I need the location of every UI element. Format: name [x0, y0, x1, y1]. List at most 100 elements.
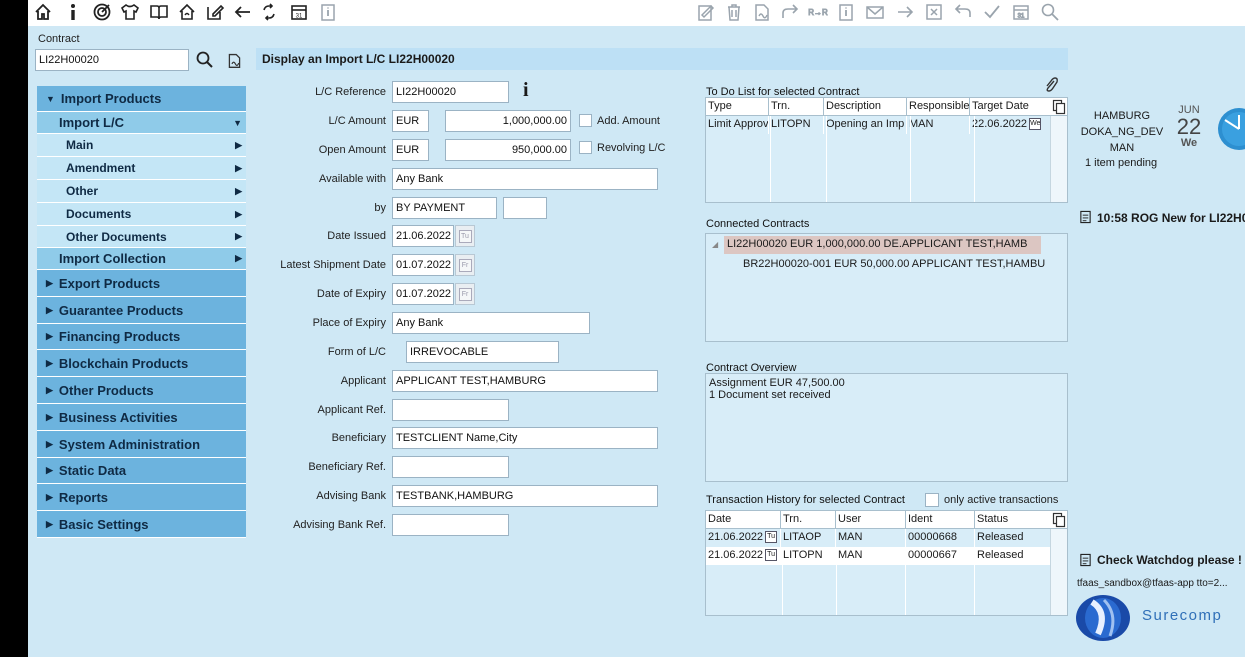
advising-bank-field[interactable]: TESTBANK,HAMBURG [392, 485, 658, 507]
paperclip-icon[interactable] [1043, 76, 1059, 94]
by-field[interactable]: BY PAYMENT [392, 197, 497, 219]
mail-icon[interactable] [864, 1, 886, 23]
history-col-date[interactable]: Date [706, 511, 781, 528]
doc-sign-icon[interactable] [751, 1, 773, 23]
by-extra-field[interactable] [503, 197, 547, 219]
connected-title: Connected Contracts [706, 218, 810, 230]
menu-import-lc[interactable]: Import L/C ▼ [37, 112, 246, 134]
beneficiary-field[interactable]: TESTCLIENT Name,City [392, 427, 658, 449]
todo-col-target-date[interactable]: Target Date [970, 98, 1050, 115]
latest-shipment-field[interactable]: 01.07.2022 [392, 254, 454, 276]
todo-col-description[interactable]: Description [824, 98, 907, 115]
history-col-trn[interactable]: Trn. [781, 511, 836, 528]
menu-blockchain-products[interactable]: ▶ Blockchain Products [37, 350, 246, 377]
arrow-right-icon[interactable] [894, 1, 916, 23]
calendar-icon[interactable]: Fr [455, 283, 475, 305]
contract-input[interactable]: LI22H00020 [35, 49, 189, 71]
back-arrow-icon[interactable] [232, 1, 254, 23]
calendar-icon[interactable]: Tu [765, 531, 778, 544]
tree-collapse-icon[interactable]: ◢ [712, 240, 718, 249]
menu-financing-products[interactable]: ▶ Financing Products [37, 324, 246, 350]
scrollbar[interactable] [1050, 116, 1067, 202]
calendar-icon[interactable]: Fr [455, 254, 475, 276]
trash-icon[interactable] [723, 1, 745, 23]
advising-bank-ref-field[interactable] [392, 514, 509, 536]
sign-icon[interactable] [695, 1, 717, 23]
shirt-icon[interactable] [119, 1, 141, 23]
menu-documents[interactable]: Documents ▶ [37, 203, 246, 226]
search-icon[interactable] [195, 50, 215, 70]
doc-info-icon[interactable] [317, 1, 339, 23]
calendar-icon[interactable]: Tu [455, 225, 475, 247]
notice-rog[interactable]: 10:58 ROG New for LI22H00020 [1097, 211, 1245, 225]
menu-export-products[interactable]: ▶ Export Products [37, 270, 246, 297]
edit-icon[interactable] [204, 1, 226, 23]
tree-node-root[interactable]: LI22H00020 EUR 1,000,000.00 DE.APPLICANT… [724, 236, 1041, 254]
copy-doc-icon[interactable] [1052, 512, 1066, 528]
history-col-ident[interactable]: Ident [906, 511, 975, 528]
doc-sign-icon[interactable] [226, 52, 243, 69]
info-icon[interactable] [62, 1, 84, 23]
search-icon[interactable] [1039, 1, 1061, 23]
menu-other-products[interactable]: ▶ Other Products [37, 377, 246, 404]
notice-watchdog[interactable]: Check Watchdog please ! [1097, 553, 1242, 567]
available-with-field[interactable]: Any Bank [392, 168, 658, 190]
open-amount-currency[interactable]: EUR [392, 139, 429, 161]
calendar-icon[interactable]: Tu [765, 549, 778, 562]
scrollbar[interactable] [1050, 529, 1067, 615]
place-expiry-field[interactable]: Any Bank [392, 312, 590, 334]
info-icon[interactable]: i [523, 79, 529, 102]
calendar-icon[interactable]: 31 [288, 1, 310, 23]
overview-line-2: 1 Document set received [709, 389, 831, 401]
menu-amendment[interactable]: Amendment ▶ [37, 157, 246, 180]
menu-other[interactable]: Other ▶ [37, 180, 246, 203]
forward-icon[interactable] [779, 1, 801, 23]
pending-text[interactable]: 1 item pending [1085, 157, 1157, 169]
target-icon[interactable] [91, 1, 113, 23]
table-row[interactable]: 21.06.2022 Tu LITAOP MAN 00000668 Release… [706, 529, 1067, 547]
check-icon[interactable] [981, 1, 1003, 23]
menu-import-collection[interactable]: Import Collection ▶ [37, 248, 246, 270]
open-amount-field[interactable]: 950,000.00 [445, 139, 571, 161]
calendar-icon[interactable]: We [1029, 118, 1042, 131]
todo-col-type[interactable]: Type [706, 98, 769, 115]
applicant-field[interactable]: APPLICANT TEST,HAMBURG [392, 370, 658, 392]
form-lc-field[interactable]: IRREVOCABLE [406, 341, 559, 363]
menu-basic-settings[interactable]: ▶ Basic Settings [37, 511, 246, 538]
undo-icon[interactable] [952, 1, 974, 23]
menu-static-data[interactable]: ▶ Static Data [37, 458, 246, 484]
lc-amount-field[interactable]: 1,000,000.00 [445, 110, 571, 132]
todo-col-responsible[interactable]: Responsible [907, 98, 970, 115]
calendar-icon[interactable]: 31 [1010, 1, 1032, 23]
sync-icon[interactable] [258, 1, 280, 23]
reject-icon[interactable] [923, 1, 945, 23]
applicant-ref-field[interactable] [392, 399, 509, 421]
doc-info-icon[interactable] [835, 1, 857, 23]
only-active-checkbox[interactable] [925, 493, 939, 507]
table-row[interactable]: Limit Approv LITOPN Opening an Imp MAN 2… [706, 116, 1067, 134]
tree-node-child[interactable]: BR22H00020-001 EUR 50,000.00 APPLICANT T… [743, 256, 1065, 272]
history-col-user[interactable]: User [836, 511, 906, 528]
menu-system-administration[interactable]: ▶ System Administration [37, 431, 246, 458]
lc-reference-field[interactable]: LI22H00020 [392, 81, 509, 103]
add-amount-checkbox[interactable] [579, 114, 592, 127]
menu-business-activities[interactable]: ▶ Business Activities [37, 404, 246, 431]
menu-main[interactable]: Main ▶ [37, 134, 246, 157]
menu-reports[interactable]: ▶ Reports [37, 484, 246, 511]
refresh-house-icon[interactable] [176, 1, 198, 23]
revolving-checkbox[interactable] [579, 141, 592, 154]
table-row[interactable]: 21.06.2022 Tu LITOPN MAN 00000667 Release… [706, 547, 1067, 565]
menu-import-products[interactable]: ▼ Import Products [37, 86, 246, 112]
date-expiry-field[interactable]: 01.07.2022 [392, 283, 454, 305]
history-col-status[interactable]: Status [975, 511, 1053, 528]
menu-guarantee-products[interactable]: ▶ Guarantee Products [37, 297, 246, 324]
book-icon[interactable] [148, 1, 170, 23]
home-icon[interactable] [32, 1, 54, 23]
date-issued-field[interactable]: 21.06.2022 [392, 225, 454, 247]
copy-doc-icon[interactable] [1052, 99, 1066, 115]
beneficiary-ref-field[interactable] [392, 456, 509, 478]
rar-icon[interactable]: R→R [807, 1, 829, 23]
menu-other-documents[interactable]: Other Documents ▶ [37, 226, 246, 248]
todo-col-trn[interactable]: Trn. [769, 98, 824, 115]
lc-amount-currency[interactable]: EUR [392, 110, 429, 132]
